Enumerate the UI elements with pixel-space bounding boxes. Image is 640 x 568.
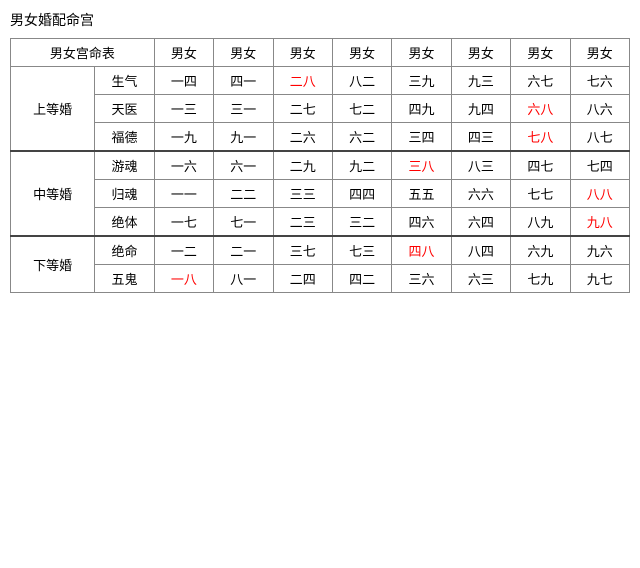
header-col7: 男女 [511,39,570,67]
table-cell: 三四 [392,123,451,152]
table-cell: 六四 [451,208,510,237]
table-cell: 二七 [273,95,332,123]
table-cell: 七七 [511,180,570,208]
table-cell: 八一 [214,265,273,293]
table-row: 天医一三三一二七七二四九九四六八八六 [11,95,630,123]
table-cell: 四六 [392,208,451,237]
table-cell: 三三 [273,180,332,208]
table-cell: 一二 [154,236,213,265]
table-cell: 一四 [154,67,213,95]
header-col1: 男女 [154,39,213,67]
table-cell: 一八 [154,265,213,293]
header-col0: 男女宫命表 [11,39,155,67]
table-cell: 二一 [214,236,273,265]
header-col3: 男女 [273,39,332,67]
table-row: 归魂一一二二三三四四五五六六七七八八 [11,180,630,208]
table-cell: 五五 [392,180,451,208]
main-table: 男女宫命表 男女 男女 男女 男女 男女 男女 男女 男女 上等婚生气一四四一二… [10,38,630,293]
table-cell: 八三 [451,151,510,180]
table-cell: 三六 [392,265,451,293]
table-cell: 三九 [392,67,451,95]
table-cell: 九三 [451,67,510,95]
table-row: 下等婚绝命一二二一三七七三四八八四六九九六 [11,236,630,265]
group-label: 上等婚 [11,67,95,152]
row-label: 五鬼 [95,265,154,293]
row-label: 绝命 [95,236,154,265]
page-title: 男女婚配命宫 [10,10,630,30]
row-label: 生气 [95,67,154,95]
table-cell: 一六 [154,151,213,180]
table-cell: 二四 [273,265,332,293]
row-label: 福德 [95,123,154,152]
table-cell: 八九 [511,208,570,237]
table-cell: 八六 [570,95,629,123]
row-label: 归魂 [95,180,154,208]
table-cell: 七一 [214,208,273,237]
table-cell: 三七 [273,236,332,265]
header-col6: 男女 [451,39,510,67]
table-cell: 九一 [214,123,273,152]
table-cell: 九八 [570,208,629,237]
table-cell: 七三 [332,236,391,265]
table-cell: 六三 [451,265,510,293]
table-cell: 四一 [214,67,273,95]
table-cell: 四七 [511,151,570,180]
header-col4: 男女 [332,39,391,67]
table-cell: 一七 [154,208,213,237]
table-cell: 八八 [570,180,629,208]
table-cell: 九四 [451,95,510,123]
table-cell: 八七 [570,123,629,152]
table-row: 上等婚生气一四四一二八八二三九九三六七七六 [11,67,630,95]
row-label: 天医 [95,95,154,123]
row-label: 游魂 [95,151,154,180]
table-cell: 八四 [451,236,510,265]
table-row: 福德一九九一二六六二三四四三七八八七 [11,123,630,152]
table-cell: 七九 [511,265,570,293]
table-cell: 一九 [154,123,213,152]
table-cell: 九二 [332,151,391,180]
table-cell: 三一 [214,95,273,123]
group-label: 下等婚 [11,236,95,293]
table-header-row: 男女宫命表 男女 男女 男女 男女 男女 男女 男女 男女 [11,39,630,67]
table-cell: 六七 [511,67,570,95]
table-row: 中等婚游魂一六六一二九九二三八八三四七七四 [11,151,630,180]
table-cell: 六一 [214,151,273,180]
table-row: 绝体一七七一二三三二四六六四八九九八 [11,208,630,237]
table-cell: 六九 [511,236,570,265]
table-cell: 四九 [392,95,451,123]
table-cell: 六六 [451,180,510,208]
table-cell: 二二 [214,180,273,208]
table-cell: 三二 [332,208,391,237]
table-cell: 七四 [570,151,629,180]
table-cell: 四八 [392,236,451,265]
table-cell: 二八 [273,67,332,95]
table-cell: 六八 [511,95,570,123]
table-cell: 八二 [332,67,391,95]
group-label: 中等婚 [11,151,95,236]
header-col8: 男女 [570,39,629,67]
table-cell: 九七 [570,265,629,293]
table-cell: 四三 [451,123,510,152]
header-col2: 男女 [214,39,273,67]
header-col5: 男女 [392,39,451,67]
table-cell: 七八 [511,123,570,152]
table-cell: 七六 [570,67,629,95]
table-cell: 九六 [570,236,629,265]
table-cell: 一三 [154,95,213,123]
table-cell: 一一 [154,180,213,208]
table-row: 五鬼一八八一二四四二三六六三七九九七 [11,265,630,293]
table-cell: 二三 [273,208,332,237]
table-cell: 三八 [392,151,451,180]
table-cell: 四二 [332,265,391,293]
table-cell: 二六 [273,123,332,152]
table-cell: 六二 [332,123,391,152]
table-cell: 四四 [332,180,391,208]
table-cell: 二九 [273,151,332,180]
table-cell: 七二 [332,95,391,123]
row-label: 绝体 [95,208,154,237]
